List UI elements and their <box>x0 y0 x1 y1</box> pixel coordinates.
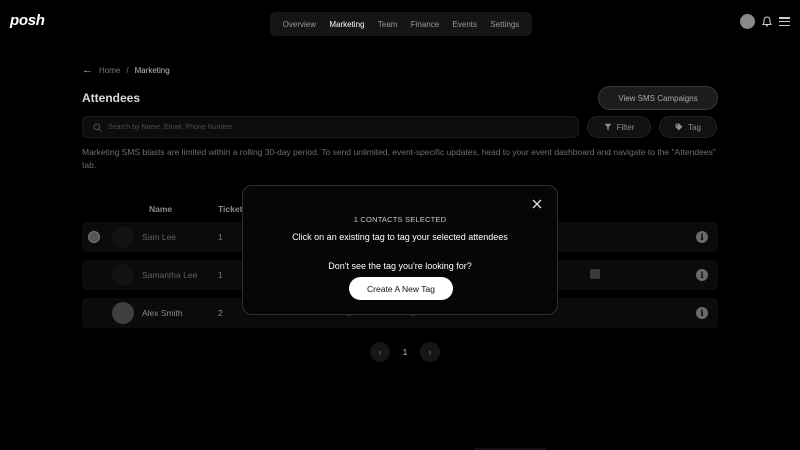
filter-label: Filter <box>616 122 635 132</box>
arrow-left-icon[interactable]: ← <box>82 64 93 76</box>
checkbox-icon[interactable] <box>590 269 600 279</box>
info-icon[interactable]: i <box>696 307 708 319</box>
tag-label: Tag <box>688 122 701 132</box>
current-page-number[interactable]: 1 <box>398 347 412 357</box>
selected-contacts-count: 1 CONTACTS SELECTED <box>353 215 447 224</box>
pagination: ‹ 1 › <box>370 342 440 362</box>
close-icon[interactable] <box>529 196 545 212</box>
column-header-tickets[interactable]: Tickets <box>218 204 242 214</box>
sms-limit-notice: Marketing SMS blasts are limited within … <box>82 147 716 170</box>
search-icon <box>93 123 102 132</box>
search-input[interactable] <box>108 123 528 131</box>
next-page-button[interactable]: › <box>420 342 440 362</box>
filter-icon <box>604 123 612 131</box>
info-icon[interactable]: i <box>696 269 708 281</box>
avatar <box>112 264 134 286</box>
avatar <box>112 302 134 324</box>
breadcrumb-parent[interactable]: Home <box>99 66 120 75</box>
attendee-name: Samantha Lee <box>142 270 198 280</box>
column-header-name[interactable]: Name <box>149 204 172 214</box>
attendee-tickets: 1 <box>218 270 223 280</box>
attendee-tickets: 1 <box>218 232 223 242</box>
search-bar[interactable] <box>82 116 579 138</box>
breadcrumb-separator: / <box>126 65 129 75</box>
breadcrumb-current: Marketing <box>134 65 170 75</box>
breadcrumb: ← Home / Marketing <box>82 64 170 76</box>
attendee-name: Alex Smith <box>142 308 183 318</box>
modal-instruction: Click on an existing tag to tag your sel… <box>292 232 508 242</box>
tag-icon <box>675 123 683 131</box>
create-new-tag-button[interactable]: Create A New Tag <box>349 277 453 300</box>
tag-attendees-modal: 1 CONTACTS SELECTED Click on an existing… <box>242 185 558 315</box>
row-select-radio[interactable] <box>88 231 100 243</box>
previous-page-button[interactable]: ‹ <box>370 342 390 362</box>
modal-hint: Don't see the tag you're looking for? <box>328 261 472 271</box>
avatar <box>112 226 134 248</box>
filter-button[interactable]: Filter <box>587 116 651 138</box>
page-title: Attendees <box>82 91 141 105</box>
attendee-name: Sam Lee <box>142 232 177 242</box>
attendee-tickets: 2 <box>218 308 223 318</box>
view-sms-campaigns-button[interactable]: View SMS Campaigns <box>598 86 718 110</box>
tag-button[interactable]: Tag <box>659 116 717 138</box>
info-icon[interactable]: i <box>696 231 708 243</box>
